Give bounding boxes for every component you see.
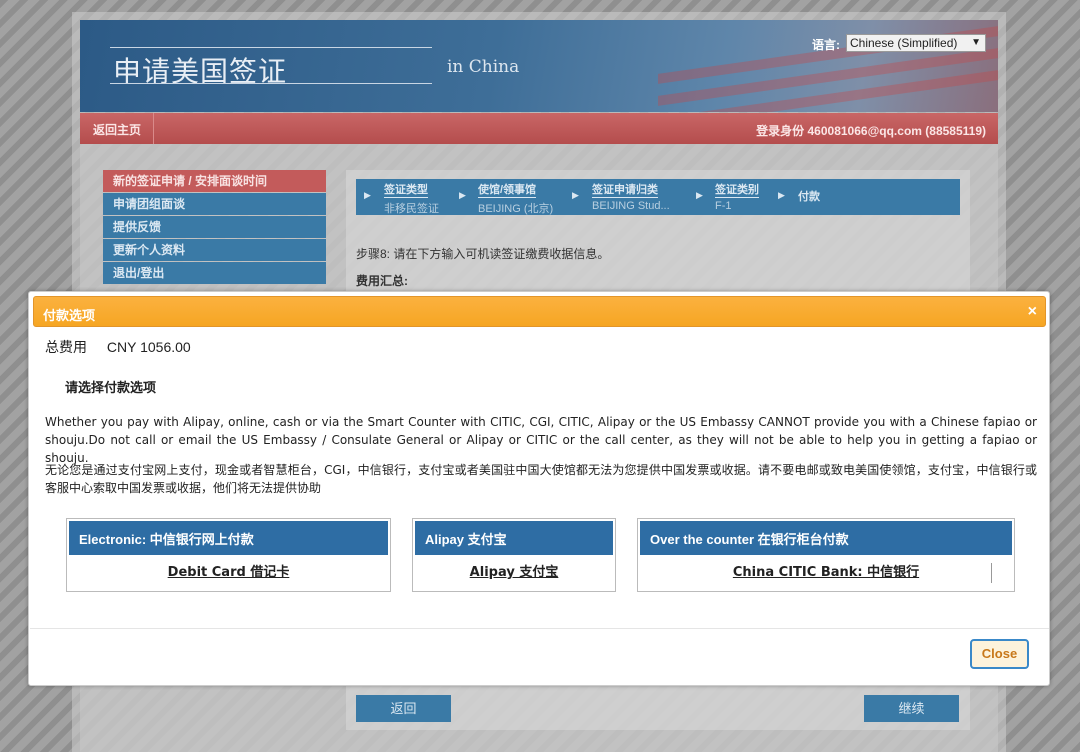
continue-button[interactable]: 继续 — [864, 695, 959, 722]
breadcrumb: ▶ 签证类型 非移民签证 ▶ 使馆/领事馆 BEIJING (北京) ▶ 签证申… — [356, 179, 960, 215]
login-info: 登录身份 460081066@qq.com (88585119) — [756, 124, 986, 138]
chevron-right-icon: ▶ — [459, 190, 466, 200]
notice-english: Whether you pay with Alipay, online, cas… — [45, 415, 1037, 465]
dialog-title: 付款选项 — [43, 308, 96, 323]
breadcrumb-category: 签证申请归类 BEIJING Stud... — [592, 181, 670, 212]
breadcrumb-visa-type: 签证类型 非移民签证 — [384, 181, 439, 216]
notice-chinese: 无论您是通过支付宝网上支付，现金或者智慧柜台，CGI，中信银行，支付宝或者美国驻… — [45, 463, 1037, 495]
site-title: 申请美国签证 — [113, 55, 288, 88]
payment-option-header: Over the counter 在银行柜台付款 — [638, 519, 1014, 557]
close-button[interactable]: Close — [970, 639, 1029, 669]
breadcrumb-embassy: 使馆/领事馆 BEIJING (北京) — [478, 181, 553, 216]
payment-option-counter: Over the counter 在银行柜台付款 China CITIC Ban… — [637, 518, 1015, 592]
chevron-down-icon: ▼ — [971, 37, 981, 48]
sidebar-item-feedback[interactable]: 提供反馈 — [103, 216, 326, 238]
sidebar-item-logout[interactable]: 退出/登出 — [103, 262, 326, 284]
chevron-right-icon: ▶ — [696, 190, 703, 200]
sidebar-item-group-interview[interactable]: 申请团组面谈 — [103, 193, 326, 215]
chevron-right-icon: ▶ — [778, 190, 785, 200]
alipay-link[interactable]: Alipay 支付宝 — [413, 561, 615, 580]
choose-payment-label: 请选择付款选项 — [65, 380, 157, 395]
language-select-value: Chinese (Simplified) — [850, 36, 958, 50]
top-nav-bar: 返回主页 登录身份 460081066@qq.com (88585119) — [80, 113, 998, 144]
fee-summary-heading: 费用汇总: — [356, 274, 408, 288]
chevron-right-icon: ▶ — [572, 190, 579, 200]
payment-option-electronic: Electronic: 中信银行网上付款 Debit Card 借记卡 — [66, 518, 391, 592]
breadcrumb-payment: 付款 — [798, 191, 820, 203]
payment-option-header: Alipay 支付宝 — [413, 519, 615, 557]
sidebar: 新的签证申请 / 安排面谈时间 申请团组面谈 提供反馈 更新个人资料 退出/登出 — [103, 170, 326, 285]
breadcrumb-visa-class: 签证类别 F-1 — [715, 181, 759, 212]
divider — [991, 563, 992, 583]
dialog-footer-divider — [30, 628, 1049, 629]
dialog-header: 付款选项 × — [33, 296, 1046, 327]
site-subtitle: in China — [447, 57, 520, 77]
payment-options-dialog: 付款选项 × 总费用 CNY 1056.00 请选择付款选项 Whether y… — [28, 291, 1050, 686]
total-fee-label: 总费用 — [45, 339, 87, 355]
language-select[interactable]: Chinese (Simplified) ▼ — [846, 34, 986, 52]
close-icon[interactable]: × — [1028, 303, 1037, 321]
payment-option-header: Electronic: 中信银行网上付款 — [67, 519, 390, 557]
back-button[interactable]: 返回 — [356, 695, 451, 722]
debit-card-link[interactable]: Debit Card 借记卡 — [67, 561, 390, 580]
language-label: 语言: — [812, 38, 840, 52]
total-fee-amount: CNY 1056.00 — [106, 339, 191, 355]
site-banner: 申请美国签证 in China 语言: Chinese (Simplified)… — [80, 20, 998, 112]
total-fee: 总费用 CNY 1056.00 — [45, 337, 191, 357]
step-instruction: 步骤8: 请在下方输入可机读签证缴费收据信息。 — [356, 247, 610, 261]
payment-option-alipay: Alipay 支付宝 Alipay 支付宝 — [412, 518, 616, 592]
sidebar-item-new-application[interactable]: 新的签证申请 / 安排面谈时间 — [103, 170, 326, 192]
citic-bank-link[interactable]: China CITIC Bank: 中信银行 — [638, 561, 1014, 580]
chevron-right-icon: ▶ — [364, 190, 371, 200]
sidebar-item-update-profile[interactable]: 更新个人资料 — [103, 239, 326, 261]
home-link[interactable]: 返回主页 — [93, 121, 141, 138]
